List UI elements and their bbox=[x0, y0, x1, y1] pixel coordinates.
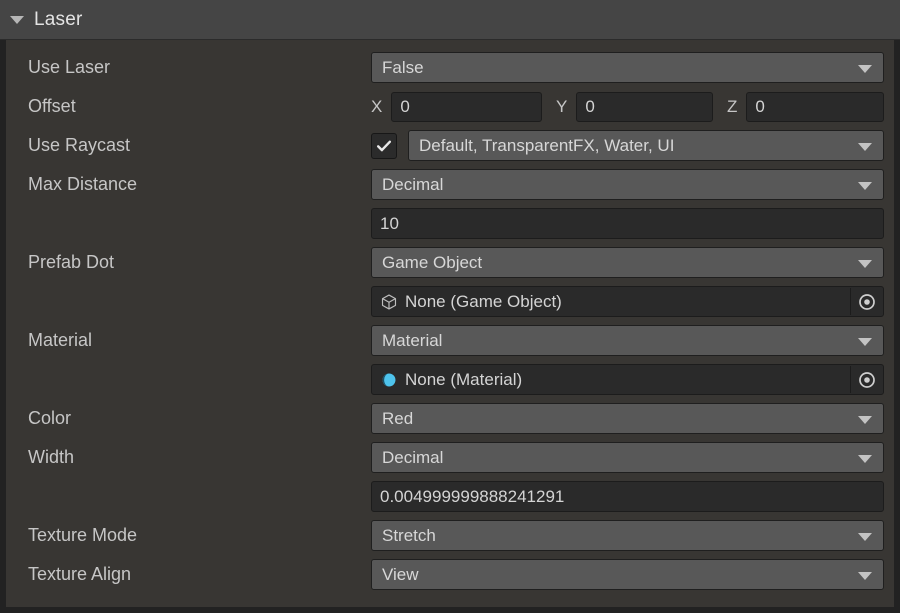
label-prefab-dot: Prefab Dot bbox=[28, 252, 115, 272]
prefab-dot-mode-dropdown[interactable]: Game Object bbox=[371, 247, 884, 278]
width-mode-dropdown[interactable]: Decimal bbox=[371, 442, 884, 473]
chevron-down-icon bbox=[858, 532, 872, 541]
property-row-width: Width Decimal bbox=[16, 438, 884, 477]
chevron-down-icon bbox=[858, 415, 872, 424]
object-picker-icon[interactable] bbox=[850, 288, 882, 315]
label-max-distance: Max Distance bbox=[28, 174, 138, 194]
label-texture-align: Texture Align bbox=[28, 564, 132, 584]
texture-align-dropdown[interactable]: View bbox=[371, 559, 884, 590]
label-use-raycast: Use Raycast bbox=[28, 135, 131, 155]
chevron-down-icon bbox=[858, 571, 872, 580]
property-row-offset: Offset X 0 Y 0 Z 0 bbox=[16, 87, 884, 126]
width-input[interactable]: 0.004999999888241291 bbox=[371, 481, 884, 512]
component-title: Laser bbox=[34, 8, 83, 30]
component-header[interactable]: Laser bbox=[0, 0, 900, 40]
offset-y-group: Y 0 bbox=[542, 91, 713, 122]
field-width-mode: Decimal bbox=[371, 442, 884, 473]
label-use-laser: Use Laser bbox=[28, 57, 111, 77]
prefab-dot-mode-value: Game Object bbox=[382, 252, 483, 272]
label-width: Width bbox=[28, 447, 75, 467]
label-offset: Offset bbox=[28, 96, 76, 116]
property-row-max-distance-value: 10 bbox=[16, 204, 884, 243]
field-material-object: None (Material) bbox=[371, 364, 884, 395]
property-row-use-laser: Use Laser False bbox=[16, 48, 884, 87]
property-row-texture-align: Texture Align View bbox=[16, 555, 884, 594]
width-value: 0.004999999888241291 bbox=[380, 486, 565, 506]
offset-x-input[interactable]: 0 bbox=[391, 91, 542, 122]
field-use-laser: False bbox=[371, 52, 884, 83]
max-distance-value: 10 bbox=[380, 213, 399, 233]
field-color: Red bbox=[371, 403, 884, 434]
label-texture-mode: Texture Mode bbox=[28, 525, 138, 545]
use-laser-dropdown[interactable]: False bbox=[371, 52, 884, 83]
offset-x-value: 0 bbox=[400, 96, 410, 116]
chevron-down-icon bbox=[858, 64, 872, 73]
field-prefab-dot-mode: Game Object bbox=[371, 247, 884, 278]
max-distance-mode-value: Decimal bbox=[382, 174, 444, 194]
offset-vector3: X 0 Y 0 Z 0 bbox=[371, 91, 884, 122]
property-row-color: Color Red bbox=[16, 399, 884, 438]
chevron-down-icon bbox=[858, 142, 872, 151]
axis-label-y: Y bbox=[556, 96, 568, 116]
property-row-prefab-dot-object: None (Game Object) bbox=[16, 282, 884, 321]
property-row-material: Material Material bbox=[16, 321, 884, 360]
field-prefab-dot-object: None (Game Object) bbox=[371, 286, 884, 317]
texture-align-value: View bbox=[382, 564, 419, 584]
color-dropdown[interactable]: Red bbox=[371, 403, 884, 434]
chevron-down-icon bbox=[858, 337, 872, 346]
offset-z-group: Z 0 bbox=[713, 91, 884, 122]
offset-z-input[interactable]: 0 bbox=[746, 91, 884, 122]
use-raycast-layermask-dropdown[interactable]: Default, TransparentFX, Water, UI bbox=[408, 130, 884, 161]
property-row-prefab-dot: Prefab Dot Game Object bbox=[16, 243, 884, 282]
use-laser-value: False bbox=[382, 57, 424, 77]
material-mode-value: Material bbox=[382, 330, 443, 350]
property-row-use-raycast: Use Raycast Default, TransparentFX, Wate… bbox=[16, 126, 884, 165]
material-mode-dropdown[interactable]: Material bbox=[371, 325, 884, 356]
offset-y-input[interactable]: 0 bbox=[576, 91, 713, 122]
field-max-distance-value: 10 bbox=[371, 208, 884, 239]
checkmark-icon bbox=[377, 140, 391, 151]
field-texture-mode: Stretch bbox=[371, 520, 884, 551]
component-body: Use Laser False Offset X 0 Y 0 Z 0 Use R… bbox=[0, 40, 900, 613]
max-distance-mode-dropdown[interactable]: Decimal bbox=[371, 169, 884, 200]
property-row-texture-mode: Texture Mode Stretch bbox=[16, 516, 884, 555]
chevron-down-icon bbox=[858, 181, 872, 190]
use-raycast-checkbox[interactable] bbox=[371, 132, 397, 159]
offset-x-group: X 0 bbox=[371, 91, 542, 122]
offset-y-value: 0 bbox=[585, 96, 595, 116]
use-raycast-value: Default, TransparentFX, Water, UI bbox=[419, 135, 675, 155]
material-object-value: None (Material) bbox=[405, 369, 523, 389]
chevron-down-icon bbox=[858, 454, 872, 463]
texture-mode-value: Stretch bbox=[382, 525, 436, 545]
field-use-raycast: Default, TransparentFX, Water, UI bbox=[371, 130, 884, 161]
material-object-field[interactable]: None (Material) bbox=[371, 364, 884, 395]
axis-label-x: X bbox=[371, 96, 383, 116]
label-color: Color bbox=[28, 408, 72, 428]
prefab-dot-object-field[interactable]: None (Game Object) bbox=[371, 286, 884, 317]
label-material: Material bbox=[28, 330, 93, 350]
prefab-dot-object-value: None (Game Object) bbox=[405, 291, 562, 311]
property-row-width-value: 0.004999999888241291 bbox=[16, 477, 884, 516]
field-offset: X 0 Y 0 Z 0 bbox=[371, 91, 884, 122]
width-mode-value: Decimal bbox=[382, 447, 444, 467]
sphere-icon bbox=[379, 370, 398, 389]
property-row-max-distance: Max Distance Decimal bbox=[16, 165, 884, 204]
cube-icon bbox=[379, 292, 398, 311]
laser-component-inspector: Laser Use Laser False Offset X 0 Y 0 Z 0… bbox=[0, 0, 900, 613]
chevron-down-icon bbox=[858, 259, 872, 268]
texture-mode-dropdown[interactable]: Stretch bbox=[371, 520, 884, 551]
field-max-distance-mode: Decimal bbox=[371, 169, 884, 200]
field-texture-align: View bbox=[371, 559, 884, 590]
max-distance-input[interactable]: 10 bbox=[371, 208, 884, 239]
axis-label-z: Z bbox=[727, 96, 738, 116]
color-value: Red bbox=[382, 408, 414, 428]
field-width-value: 0.004999999888241291 bbox=[371, 481, 884, 512]
field-material-mode: Material bbox=[371, 325, 884, 356]
property-row-material-object: None (Material) bbox=[16, 360, 884, 399]
object-picker-icon[interactable] bbox=[850, 366, 882, 393]
chevron-down-icon[interactable] bbox=[10, 15, 24, 24]
offset-z-value: 0 bbox=[755, 96, 765, 116]
